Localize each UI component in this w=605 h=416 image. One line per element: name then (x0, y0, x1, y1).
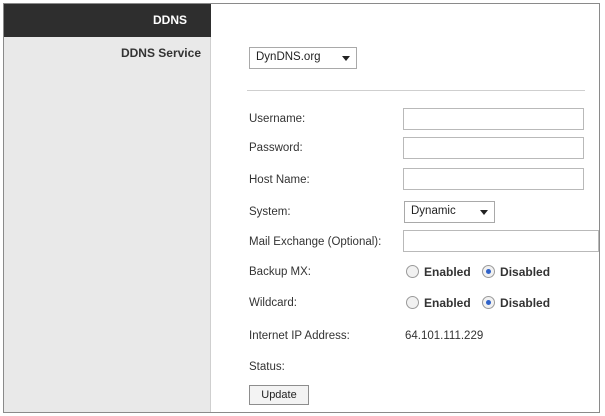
password-label: Password: (249, 142, 303, 154)
password-input[interactable] (403, 137, 584, 159)
backup-mx-radio-group: Enabled Disabled (406, 264, 558, 282)
wildcard-disabled-label: Disabled (500, 295, 551, 310)
internet-ip-label: Internet IP Address: (249, 330, 350, 342)
backup-mx-enabled-label: Enabled (424, 264, 471, 279)
mail-exchange-input[interactable] (403, 230, 599, 252)
sidebar-header: DDNS (4, 4, 211, 37)
top-strip (211, 4, 599, 37)
system-label: System: (249, 206, 291, 218)
ddns-service-value: DynDNS.org (256, 51, 321, 63)
wildcard-enabled-label: Enabled (424, 295, 471, 310)
system-value: Dynamic (411, 205, 456, 217)
wildcard-enabled-radio[interactable] (406, 296, 419, 310)
ddns-service-select[interactable]: DynDNS.org (249, 47, 357, 69)
username-input[interactable] (403, 108, 584, 130)
sidebar: DDNS (4, 4, 211, 412)
update-button[interactable]: Update (249, 385, 309, 405)
wildcard-disabled-radio[interactable] (482, 296, 496, 310)
wildcard-label: Wildcard: (249, 297, 297, 309)
status-label: Status: (249, 361, 285, 373)
backup-mx-label: Backup MX: (249, 266, 311, 278)
host-name-input[interactable] (403, 168, 584, 190)
system-select[interactable]: Dynamic (404, 201, 495, 223)
backup-mx-disabled-label: Disabled (500, 264, 551, 279)
wildcard-radio-group: Enabled Disabled (406, 295, 558, 313)
chevron-down-icon (480, 210, 488, 215)
chevron-down-icon (342, 56, 350, 61)
section-label-ddns-service: DDNS Service (120, 46, 201, 60)
backup-mx-disabled-radio[interactable] (482, 265, 496, 279)
backup-mx-enabled-radio[interactable] (406, 265, 419, 279)
host-name-label: Host Name: (249, 174, 310, 186)
mail-exchange-label: Mail Exchange (Optional): (249, 236, 382, 248)
divider (247, 90, 585, 91)
internet-ip-value: 64.101.111.229 (405, 330, 484, 342)
username-label: Username: (249, 113, 306, 125)
